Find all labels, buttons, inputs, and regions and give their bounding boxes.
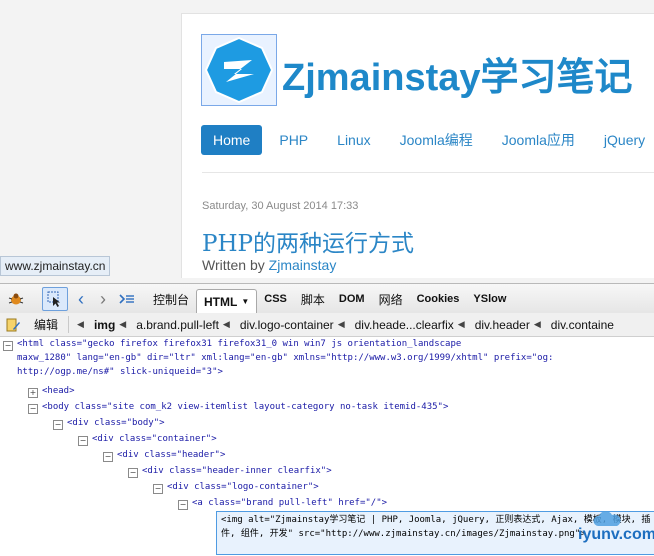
tree-node-div-container[interactable]: <div class="container">: [92, 432, 217, 446]
firebug-toolbar: ‹ › 控制台 HTML ▼ CSS 脚本 DOM 网络 Cookies YSl…: [0, 283, 654, 315]
post-author-line: Written by Zjmainstay: [202, 257, 336, 273]
breadcrumb-logo-container[interactable]: div.logo-container: [230, 318, 338, 332]
tab-css[interactable]: CSS: [257, 288, 294, 310]
inspect-element-button[interactable]: [42, 287, 68, 311]
tab-script[interactable]: 脚本: [294, 288, 332, 310]
caret-down-icon: ▼: [241, 297, 250, 306]
tab-console[interactable]: 控制台: [146, 288, 196, 310]
tree-node-a-brand[interactable]: <a class="brand pull-left" href="/">: [192, 496, 387, 510]
author-link[interactable]: Zjmainstay: [269, 257, 337, 273]
site-title[interactable]: Zjmainstay学习笔记: [282, 46, 633, 101]
expand-toggle-icon[interactable]: +: [28, 388, 38, 398]
firebug-menu-button[interactable]: [4, 288, 28, 310]
collapse-toggle-icon[interactable]: −: [103, 452, 113, 462]
watermark: iyunv.com: [578, 508, 654, 556]
collapse-toggle-icon[interactable]: −: [178, 500, 188, 510]
tab-html[interactable]: HTML ▼: [196, 288, 258, 314]
tree-node-html-cont: http://ogp.me/ns#" slick-uniqueid="3">: [17, 367, 223, 377]
element-breadcrumb-bar: 编辑 ◀ img ◀ a.brand.pull-left ◀ div.logo-…: [0, 313, 654, 337]
breadcrumb-separator-icon: ◀: [222, 319, 230, 329]
site-logo[interactable]: [201, 34, 277, 106]
breadcrumb-a-brand[interactable]: a.brand.pull-left: [126, 318, 223, 332]
breadcrumb-header-inner[interactable]: div.heade...clearfix: [345, 318, 458, 332]
tree-node-div-header-inner[interactable]: <div class="header-inner clearfix">: [142, 464, 332, 478]
breadcrumb-separator-icon: ◀: [533, 319, 541, 329]
collapse-toggle-icon[interactable]: −: [128, 468, 138, 478]
command-line-icon[interactable]: [116, 288, 138, 310]
nav-joomla-apps[interactable]: Joomla应用: [490, 123, 587, 157]
post-date: Saturday, 30 August 2014 17:33: [202, 200, 359, 212]
status-url-tooltip: www.zjmainstay.cn: [0, 256, 111, 276]
breadcrumb-separator-icon: ◀: [337, 319, 345, 329]
tree-node-html[interactable]: <html class="gecko firefox firefox31 fir…: [17, 337, 461, 351]
collapse-toggle-icon[interactable]: −: [153, 484, 163, 494]
main-nav: Home PHP Linux Joomla编程 Joomla应用 jQuery: [201, 123, 654, 157]
tab-dom[interactable]: DOM: [332, 288, 372, 310]
breadcrumb-img[interactable]: img: [84, 318, 119, 332]
tab-cookies[interactable]: Cookies: [410, 288, 467, 310]
nav-divider: [202, 172, 654, 173]
tab-net[interactable]: 网络: [372, 288, 410, 310]
breadcrumb-scroll-left-icon[interactable]: ◀: [77, 319, 84, 330]
html-tree-panel: − <html class="gecko firefox firefox31 f…: [0, 337, 654, 556]
breadcrumb-header[interactable]: div.header: [465, 318, 534, 332]
tree-node-div-body[interactable]: <div class="body">: [67, 416, 165, 430]
inspect-cursor-icon: [47, 291, 60, 307]
back-arrow-icon[interactable]: ‹: [72, 288, 90, 310]
edit-button[interactable]: 编辑: [24, 316, 70, 333]
nav-home[interactable]: Home: [201, 125, 263, 155]
webpage-viewport: Zjmainstay学习笔记 Home PHP Linux Joomla编程 J…: [0, 0, 654, 278]
tab-yslow[interactable]: YSlow: [466, 288, 513, 310]
collapse-toggle-icon[interactable]: −: [3, 341, 13, 351]
nav-php[interactable]: PHP: [267, 125, 320, 155]
tree-node-div-logo-container[interactable]: <div class="logo-container">: [167, 480, 319, 494]
written-by-label: Written by: [202, 257, 265, 273]
post-title[interactable]: PHP的两种运行方式: [202, 224, 414, 258]
z-logo-icon: [204, 36, 274, 104]
nav-linux[interactable]: Linux: [325, 125, 382, 155]
nav-jquery[interactable]: jQuery: [592, 125, 654, 155]
tree-node-div-header[interactable]: <div class="header">: [117, 448, 225, 462]
collapse-toggle-icon[interactable]: −: [28, 404, 38, 414]
collapse-toggle-icon[interactable]: −: [53, 420, 63, 430]
breadcrumb-container[interactable]: div.containe: [541, 318, 618, 332]
tree-node-body[interactable]: <body class="site com_k2 view-itemlist l…: [42, 400, 448, 414]
edit-icon[interactable]: [6, 318, 24, 332]
forward-arrow-icon[interactable]: ›: [94, 288, 112, 310]
tree-node-head[interactable]: <head>: [42, 384, 75, 398]
breadcrumb-separator-icon: ◀: [457, 319, 465, 329]
firebug-bug-icon: [8, 293, 24, 305]
nav-joomla-programming[interactable]: Joomla编程: [388, 123, 485, 157]
collapse-toggle-icon[interactable]: −: [78, 436, 88, 446]
tab-html-label: HTML: [204, 294, 238, 309]
breadcrumb-separator-icon: ◀: [119, 319, 127, 329]
watermark-text: iyunv.com: [578, 526, 654, 543]
tree-node-html-cont: maxw_1280" lang="en-gb" dir="ltr" xml:la…: [17, 353, 554, 363]
